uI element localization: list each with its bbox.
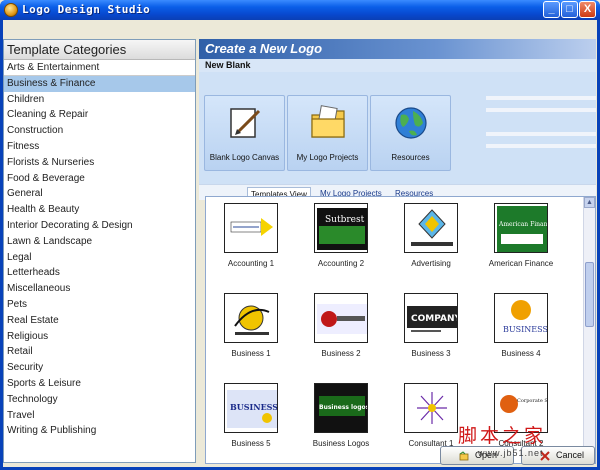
create-panel: Create a New Logo New Blank Blank Logo C…: [199, 39, 596, 464]
category-list[interactable]: Arts & Entertainment Business & Finance Ch…: [4, 60, 195, 439]
app-window: Logo Design Studio _ □ X Template Catego…: [0, 0, 600, 470]
template-tile[interactable]: Advertising: [386, 197, 476, 287]
blank-logo-canvas-button[interactable]: Blank Logo Canvas: [204, 95, 285, 171]
svg-text:BUSINESS: BUSINESS: [230, 402, 278, 412]
category-item[interactable]: Religious: [4, 329, 195, 345]
template-tile[interactable]: Business logos Business Logos: [296, 377, 386, 463]
template-label: Business 5: [231, 439, 271, 448]
minimize-button[interactable]: _: [543, 1, 560, 18]
watermark-url: www.jb51.net: [478, 448, 544, 458]
close-button[interactable]: X: [579, 1, 596, 18]
template-thumbnail[interactable]: Sutbrest: [314, 203, 368, 253]
category-item[interactable]: Fitness: [4, 139, 195, 155]
category-item[interactable]: Children: [4, 92, 195, 108]
category-item[interactable]: Florists & Nurseries: [4, 155, 195, 171]
cancel-label: Cancel: [556, 450, 585, 460]
template-thumbnail[interactable]: BUSINESS: [494, 293, 548, 343]
watermark-text: 脚本之家: [458, 425, 547, 447]
decorative-stripe: [486, 96, 596, 100]
template-thumbnail[interactable]: [404, 383, 458, 433]
template-tile[interactable]: COMPANY Business 3: [386, 287, 476, 377]
resources-button[interactable]: Resources: [370, 95, 451, 171]
category-item[interactable]: Business & Finance: [4, 75, 195, 92]
template-thumbnail[interactable]: [224, 293, 278, 343]
svg-text:Sutbrest: Sutbrest: [325, 215, 365, 225]
globe-icon: [395, 107, 427, 139]
category-item[interactable]: General: [4, 186, 195, 202]
new-blank-bar: New Blank: [199, 59, 596, 72]
template-label: Accounting 1: [227, 259, 275, 268]
blank-logo-canvas-label: Blank Logo Canvas: [209, 153, 280, 162]
template-label: Business 3: [411, 349, 451, 358]
window-client-area: Template Categories Arts & Entertainment…: [3, 20, 597, 467]
category-item[interactable]: Health & Beauty: [4, 202, 195, 218]
template-tile[interactable]: BUSINESS Business 4: [476, 287, 566, 377]
svg-text:Corporate Specialists: Corporate Specialists: [517, 398, 548, 404]
template-thumbnail[interactable]: [314, 293, 368, 343]
template-label: Business Logos: [312, 439, 370, 448]
template-tile[interactable]: American Financial American Finance: [476, 197, 566, 287]
category-item[interactable]: Security: [4, 360, 195, 376]
category-item[interactable]: Cleaning & Repair: [4, 107, 195, 123]
template-tile[interactable]: Sutbrest Accounting 2: [296, 197, 386, 287]
category-item[interactable]: Letterheads: [4, 265, 195, 281]
category-item[interactable]: Real Estate: [4, 313, 195, 329]
category-panel: Template Categories Arts & Entertainment…: [3, 39, 196, 463]
category-item[interactable]: Miscellaneous: [4, 281, 195, 297]
category-item[interactable]: Technology: [4, 392, 195, 408]
svg-text:Business logos: Business logos: [319, 404, 368, 411]
template-scrollbar[interactable]: ▲ ▼: [583, 197, 595, 463]
template-label: Business 2: [321, 349, 361, 358]
new-blank-label: New Blank: [205, 60, 251, 70]
template-thumbnail[interactable]: American Financial: [494, 203, 548, 253]
category-item[interactable]: Arts & Entertainment: [4, 60, 195, 76]
action-icon-area: Blank Logo Canvas My Logo Projects Resou…: [199, 72, 596, 184]
scroll-thumb[interactable]: [585, 262, 594, 327]
template-label: Accounting 2: [317, 259, 365, 268]
template-tile[interactable]: Business 2: [296, 287, 386, 377]
category-item[interactable]: Pets: [4, 297, 195, 313]
decorative-stripe: [486, 144, 596, 148]
blank-canvas-icon: [230, 108, 261, 138]
my-logo-projects-button[interactable]: My Logo Projects: [287, 95, 368, 171]
resources-label: Resources: [391, 153, 430, 162]
my-logo-projects-label: My Logo Projects: [296, 153, 359, 162]
category-item[interactable]: Sports & Leisure: [4, 376, 195, 392]
template-tile[interactable]: BUSINESS Business 5: [206, 377, 296, 463]
template-label: Business 1: [231, 349, 271, 358]
folder-icon: [311, 105, 345, 138]
maximize-button[interactable]: □: [561, 1, 578, 18]
category-item[interactable]: Lawn & Landscape: [4, 234, 195, 250]
title-bar[interactable]: Logo Design Studio _ □ X: [0, 0, 600, 20]
template-tile[interactable]: Accounting 1: [206, 197, 296, 287]
category-item[interactable]: Legal: [4, 250, 195, 266]
template-thumbnail[interactable]: Business logos: [314, 383, 368, 433]
template-thumbnail[interactable]: [224, 203, 278, 253]
template-thumbnail[interactable]: [404, 203, 458, 253]
category-item[interactable]: Travel: [4, 408, 195, 424]
svg-text:American Financial: American Financial: [498, 221, 548, 228]
category-item[interactable]: Construction: [4, 123, 195, 139]
template-label: Advertising: [411, 259, 451, 268]
svg-text:BUSINESS: BUSINESS: [503, 325, 548, 334]
template-thumbnail[interactable]: COMPANY: [404, 293, 458, 343]
template-label: American Finance: [488, 259, 554, 268]
decorative-stripe: [486, 132, 596, 136]
svg-text:COMPANY: COMPANY: [411, 314, 458, 324]
category-item[interactable]: Interior Decorating & Design: [4, 218, 195, 234]
template-label: Business 4: [501, 349, 541, 358]
open-icon: [459, 451, 469, 461]
category-item[interactable]: Writing & Publishing: [4, 423, 195, 439]
category-item[interactable]: Retail: [4, 344, 195, 360]
template-thumbnail[interactable]: BUSINESS: [224, 383, 278, 433]
template-tile[interactable]: Business 1: [206, 287, 296, 377]
window-title: Logo Design Studio: [22, 3, 151, 16]
create-title: Create a New Logo: [205, 41, 323, 56]
create-header: Create a New Logo: [199, 39, 596, 59]
category-item[interactable]: Food & Beverage: [4, 171, 195, 187]
decorative-stripe: [486, 108, 596, 112]
app-logo-icon: [4, 3, 18, 17]
scroll-up-arrow-icon[interactable]: ▲: [584, 197, 595, 208]
category-panel-header: Template Categories: [4, 40, 195, 60]
